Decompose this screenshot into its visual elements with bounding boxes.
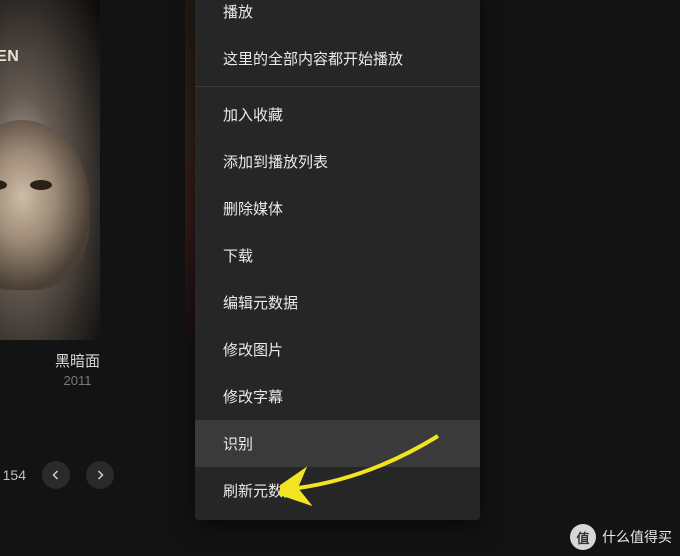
menu-item-download[interactable]: 下载 xyxy=(195,232,480,279)
menu-item-edit-metadata[interactable]: 编辑元数据 xyxy=(195,279,480,326)
menu-item-delete-media[interactable]: 删除媒体 xyxy=(195,185,480,232)
chevron-left-icon xyxy=(50,469,62,481)
poster-image[interactable]: THE HIDDEN FACE xyxy=(0,0,100,340)
prev-page-button[interactable] xyxy=(42,461,70,489)
menu-item-identify[interactable]: 识别 xyxy=(195,420,480,467)
menu-item-edit-subtitle[interactable]: 修改字幕 xyxy=(195,373,480,420)
watermark-badge: 值 xyxy=(570,524,596,550)
menu-divider xyxy=(195,86,480,87)
menu-item-add-favorite[interactable]: 加入收藏 xyxy=(195,91,480,138)
context-menu: 播放 这里的全部内容都开始播放 加入收藏 添加到播放列表 删除媒体 下载 编辑元… xyxy=(195,0,480,520)
pager-count: of 154 xyxy=(0,467,26,483)
poster-card[interactable]: THE HIDDEN FACE 黑暗面 2011 xyxy=(0,0,155,388)
poster-year: 2011 xyxy=(0,373,155,388)
poster-art-title: THE HIDDEN FACE xyxy=(0,30,19,83)
watermark-text: 什么值得买 xyxy=(602,527,672,547)
poster-title[interactable]: 黑暗面 xyxy=(0,350,155,371)
menu-item-edit-image[interactable]: 修改图片 xyxy=(195,326,480,373)
menu-item-refresh-metadata[interactable]: 刷新元数据 xyxy=(195,467,480,514)
pager: of 154 xyxy=(0,461,114,489)
menu-item-play[interactable]: 播放 xyxy=(195,0,480,35)
next-page-button[interactable] xyxy=(86,461,114,489)
menu-item-add-playlist[interactable]: 添加到播放列表 xyxy=(195,138,480,185)
watermark: 值 什么值得买 xyxy=(570,524,672,550)
menu-item-play-all[interactable]: 这里的全部内容都开始播放 xyxy=(195,35,480,82)
poster-art-title-line: HIDDEN xyxy=(0,48,19,65)
chevron-right-icon xyxy=(94,469,106,481)
